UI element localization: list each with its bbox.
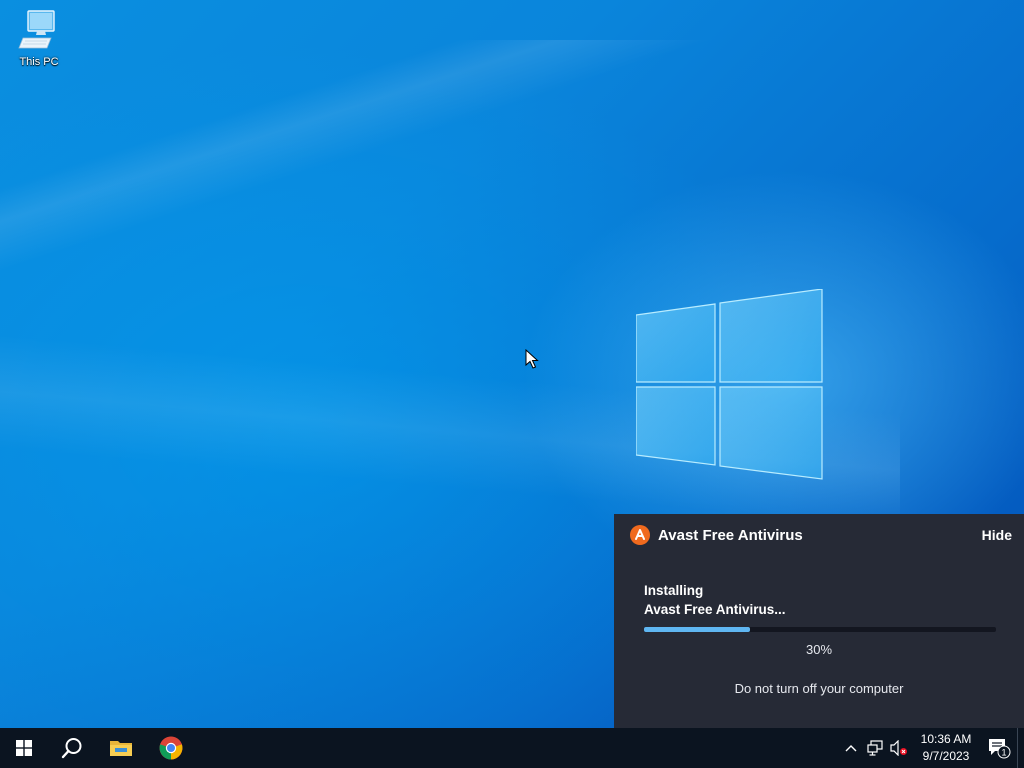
status-line: Installing [644,583,704,598]
computer-icon [18,10,55,49]
notification-header: Avast Free Antivirus Hide [630,524,1012,546]
folder-icon [110,741,132,756]
windows-logo-wallpaper [636,289,823,480]
install-status: Installing Avast Free Antivirus... [644,581,786,619]
notification-count: 1 [1001,748,1006,758]
show-desktop-button[interactable] [1017,728,1024,768]
windows-start-icon [16,740,32,756]
progress-fill [644,627,750,632]
system-tray: 10:36 AM 9/7/2023 1 [839,728,1024,768]
progress-percent: 30% [805,642,833,657]
network-icon [867,740,883,756]
avast-install-notification: Avast Free Antivirus Hide Installing Ava… [614,514,1024,728]
notification-title: Avast Free Antivirus [658,526,803,544]
desktop-icon-label: This PC [19,56,59,68]
chrome-button[interactable] [146,728,196,768]
volume-muted-icon [890,740,907,756]
search-icon [61,738,82,759]
action-center-button[interactable]: 1 [981,728,1017,768]
clock-date: 9/7/2023 [922,749,970,763]
start-button[interactable] [0,728,48,768]
hide-button[interactable]: Hide [982,527,1012,543]
taskbar: 10:36 AM 9/7/2023 1 [0,728,1024,768]
status-product: Avast Free Antivirus... [644,602,786,617]
warning-text: Do not turn off your computer [734,681,904,696]
network-tray-button[interactable] [863,728,887,768]
clock-time: 10:36 AM [920,732,972,746]
mouse-cursor-icon [525,349,539,369]
taskbar-clock[interactable]: 10:36 AM 9/7/2023 [915,728,977,768]
chevron-up-icon [845,745,857,752]
volume-tray-button[interactable] [887,728,911,768]
desktop-icon-this-pc[interactable]: This PC [10,8,68,74]
install-progress-bar [644,627,996,632]
show-hidden-icons-button[interactable] [839,728,863,768]
notification-center-icon: 1 [989,739,1011,759]
avast-logo-icon [630,525,650,545]
search-button[interactable] [48,728,96,768]
chrome-icon [159,736,183,760]
file-explorer-button[interactable] [96,728,146,768]
